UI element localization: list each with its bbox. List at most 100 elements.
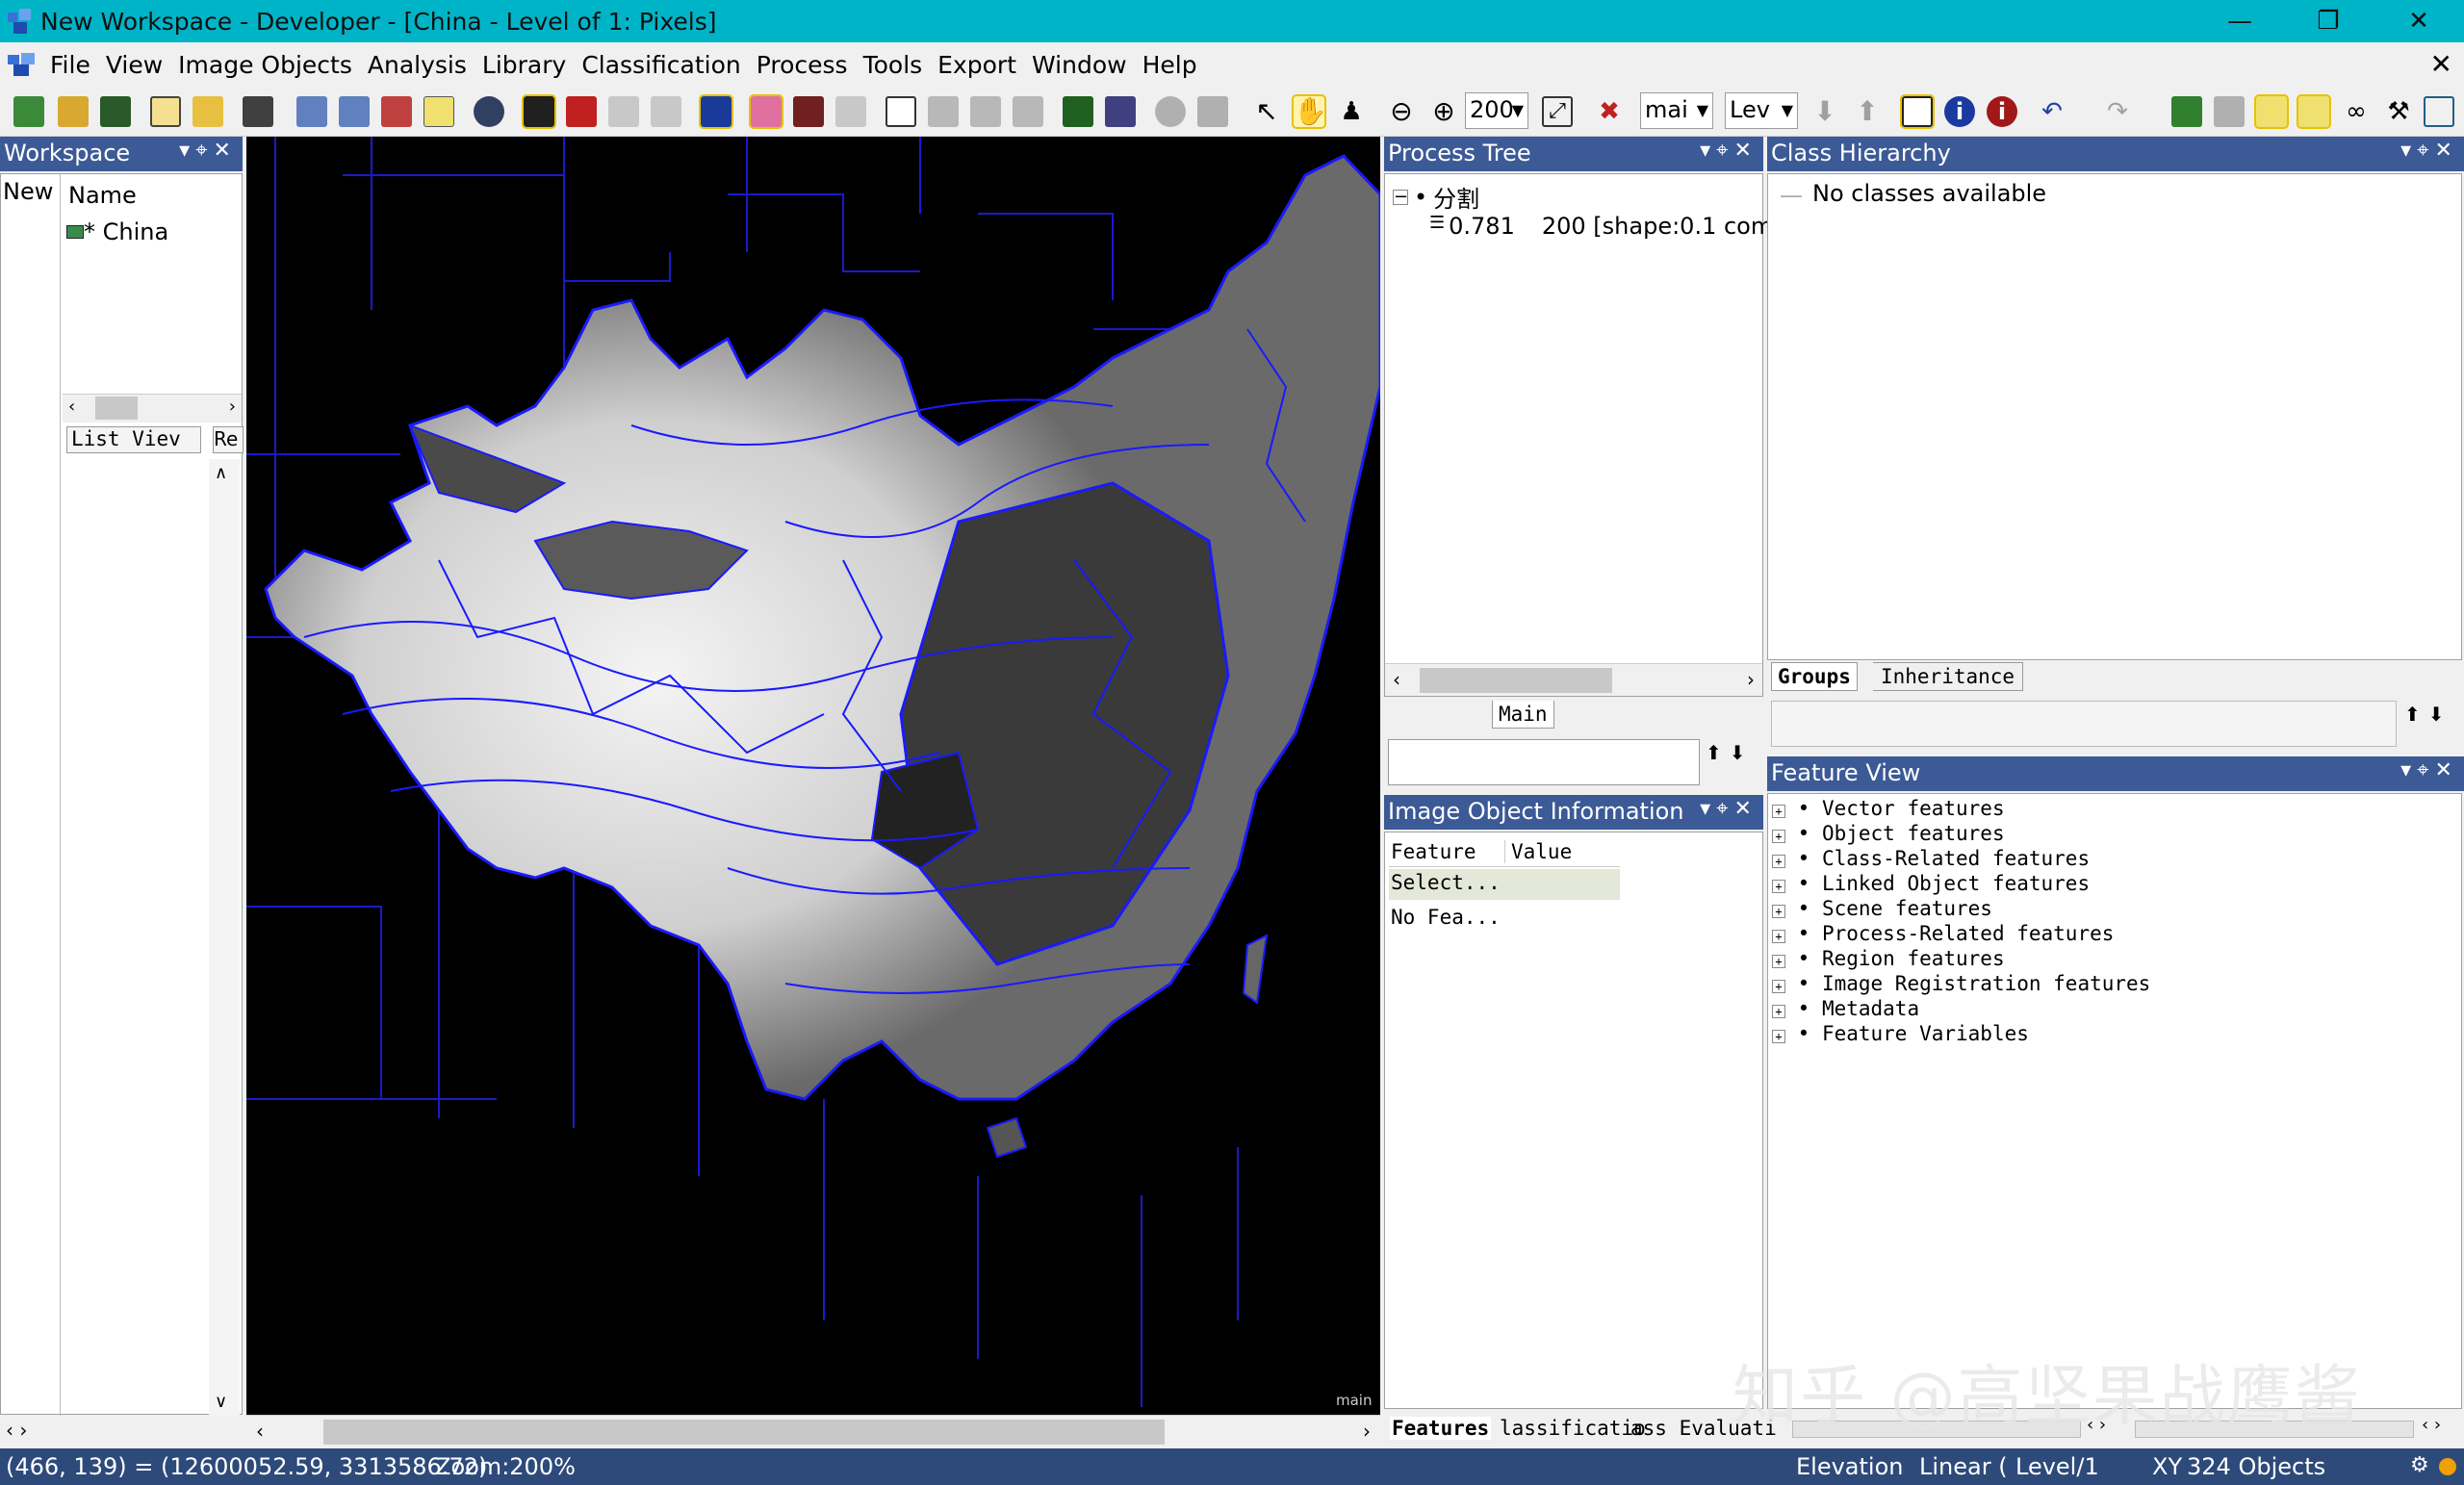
feature-item-linked-object[interactable]: + • Linked Object features bbox=[1772, 871, 2150, 896]
scroll-thumb[interactable] bbox=[1420, 668, 1612, 693]
re-button[interactable]: Re bbox=[213, 426, 244, 453]
info-icon[interactable]: i bbox=[1944, 96, 1975, 127]
process-tree-icon[interactable] bbox=[2254, 94, 2289, 129]
close-document-button[interactable]: ✕ bbox=[2430, 48, 2452, 80]
redo-icon[interactable]: ↷ bbox=[2102, 96, 2133, 127]
expand-icon[interactable]: + bbox=[1772, 905, 1785, 918]
menu-analysis[interactable]: Analysis bbox=[360, 51, 475, 79]
workspace-vscroll[interactable]: ∧ ∨ bbox=[209, 459, 240, 1416]
view-3-icon[interactable] bbox=[381, 96, 412, 127]
zoom-in-icon[interactable]: ⊕ bbox=[1428, 96, 1459, 127]
minimize-button[interactable]: — bbox=[2194, 0, 2285, 42]
sample-icon[interactable]: ∞ bbox=[2341, 96, 2372, 127]
scroll-left-icon[interactable]: ‹ bbox=[1393, 668, 1400, 691]
zoom-fit-icon[interactable]: ⤢ bbox=[1542, 96, 1573, 127]
process-tree-hscroll[interactable]: ‹ › bbox=[1385, 663, 1762, 696]
tab-classification[interactable]: lassificatio bbox=[1500, 1417, 1646, 1440]
process-move-arrows-icon[interactable]: ⬆⬇ bbox=[1706, 741, 1754, 764]
delete-level-icon[interactable]: ✖ bbox=[1594, 96, 1625, 127]
tab-main[interactable]: Main bbox=[1492, 701, 1554, 729]
feature-item-scene[interactable]: + • Scene features bbox=[1772, 896, 2150, 921]
feature-item-image-registration[interactable]: + • Image Registration features bbox=[1772, 971, 2150, 996]
restore-button[interactable]: ❐ bbox=[2283, 0, 2374, 42]
show-outlines-icon[interactable] bbox=[699, 94, 733, 129]
edit-layers-icon[interactable] bbox=[566, 96, 597, 127]
tab-groups[interactable]: Groups bbox=[1771, 662, 1858, 691]
scroll-arrows-icon[interactable]: ‹ › bbox=[2422, 1415, 2441, 1435]
edit-icon[interactable] bbox=[2424, 96, 2454, 127]
viewer-hscroll[interactable]: ‹ › bbox=[246, 1415, 1380, 1447]
workspace-hscroll[interactable]: ‹ › bbox=[63, 394, 242, 422]
layer-mixing-icon[interactable] bbox=[522, 94, 556, 129]
menu-view[interactable]: View bbox=[98, 51, 170, 79]
pixel-view-icon[interactable] bbox=[749, 94, 783, 129]
menu-process[interactable]: Process bbox=[749, 51, 856, 79]
select-arrow-icon[interactable]: ↖ bbox=[1251, 96, 1282, 127]
panel-pin-close-icon[interactable]: ▾⌖✕ bbox=[179, 139, 237, 163]
scroll-right-icon[interactable]: › bbox=[1747, 668, 1755, 691]
info-red-icon[interactable]: i bbox=[1987, 96, 2017, 127]
class-move-arrows-icon[interactable]: ⬆⬇ bbox=[2404, 703, 2452, 726]
open-workspace-icon[interactable] bbox=[192, 96, 223, 127]
panel-pin-close-icon[interactable]: ▾⌖✕ bbox=[1700, 797, 1758, 821]
expand-icon[interactable]: + bbox=[1772, 805, 1785, 818]
class-edit-field[interactable] bbox=[1771, 701, 2397, 747]
workspace-nav-arrows[interactable]: ‹ › bbox=[0, 1415, 60, 1447]
collapse-icon[interactable]: − bbox=[1393, 188, 1408, 205]
open-project-icon[interactable] bbox=[58, 96, 89, 127]
workspace-item-china[interactable]: * China bbox=[66, 218, 168, 245]
expand-icon[interactable]: + bbox=[1772, 855, 1785, 868]
zoom-out-icon[interactable]: ⊖ bbox=[1386, 96, 1417, 127]
split-view-1-icon[interactable] bbox=[928, 96, 959, 127]
zoom-user-icon[interactable]: ♟ bbox=[1336, 96, 1367, 127]
panel-pin-close-icon[interactable]: ▾⌖✕ bbox=[2400, 758, 2458, 782]
map-combo[interactable]: mai ▼ bbox=[1640, 92, 1713, 129]
scroll-up-icon[interactable]: ∧ bbox=[215, 463, 227, 483]
panel-pin-close-icon[interactable]: ▾⌖✕ bbox=[2400, 139, 2458, 163]
process-edit-field[interactable] bbox=[1388, 739, 1700, 785]
expand-icon[interactable]: + bbox=[1772, 1030, 1785, 1043]
tab-features[interactable]: Features bbox=[1390, 1417, 1492, 1440]
expand-icon[interactable]: + bbox=[1772, 880, 1785, 893]
disabled-tool-2-icon[interactable] bbox=[651, 96, 681, 127]
feature-item-variables[interactable]: + • Feature Variables bbox=[1772, 1021, 2150, 1046]
menu-library[interactable]: Library bbox=[475, 51, 574, 79]
feature-item-metadata[interactable]: + • Metadata bbox=[1772, 996, 2150, 1021]
disabled-tool-3-icon[interactable] bbox=[835, 96, 866, 127]
feature-item-class-related[interactable]: + • Class-Related features bbox=[1772, 846, 2150, 871]
scroll-thumb[interactable] bbox=[323, 1420, 1165, 1445]
menu-export[interactable]: Export bbox=[930, 51, 1024, 79]
feature-item-vector[interactable]: + • Vector features bbox=[1772, 796, 2150, 821]
save-workspace-icon[interactable] bbox=[243, 96, 273, 127]
view-2-icon[interactable] bbox=[339, 96, 370, 127]
expand-icon[interactable]: + bbox=[1772, 930, 1785, 943]
disabled-tool-1-icon[interactable] bbox=[608, 96, 639, 127]
feature-item-object[interactable]: + • Object features bbox=[1772, 821, 2150, 846]
globe-icon[interactable] bbox=[474, 96, 504, 127]
level-down-icon[interactable]: ⬇ bbox=[1810, 96, 1840, 127]
single-view-icon[interactable] bbox=[886, 96, 916, 127]
feature-item-process-related[interactable]: + • Process-Related features bbox=[1772, 921, 2150, 946]
window-icon[interactable] bbox=[1900, 94, 1935, 129]
process-child-node[interactable]: ☰ 0.781 200 [shape:0.1 comp bbox=[1429, 213, 1787, 240]
menu-tools[interactable]: Tools bbox=[856, 51, 931, 79]
view-1-icon[interactable] bbox=[296, 96, 327, 127]
process-root-node[interactable]: − • 分割 bbox=[1393, 180, 1479, 214]
expand-icon[interactable]: + bbox=[1772, 980, 1785, 993]
info-select-row[interactable]: Select... bbox=[1389, 869, 1620, 900]
split-view-2-icon[interactable] bbox=[970, 96, 1001, 127]
close-window-button[interactable]: ✕ bbox=[2374, 0, 2464, 42]
new-workspace-icon[interactable] bbox=[150, 96, 181, 127]
scroll-left-icon[interactable]: ‹ bbox=[68, 397, 75, 417]
expand-icon[interactable]: + bbox=[1772, 955, 1785, 968]
scroll-down-icon[interactable]: ∨ bbox=[215, 1392, 227, 1412]
class-hierarchy-icon[interactable] bbox=[2171, 96, 2202, 127]
save-project-icon[interactable] bbox=[100, 96, 131, 127]
image-viewer[interactable]: main bbox=[246, 137, 1380, 1415]
new-project-icon[interactable] bbox=[13, 96, 44, 127]
object-tool-2-icon[interactable] bbox=[1105, 96, 1136, 127]
tools-icon[interactable]: ⚒ bbox=[2383, 96, 2414, 127]
scroll-thumb[interactable] bbox=[95, 397, 138, 420]
polygon-disabled-icon[interactable] bbox=[1155, 96, 1186, 127]
menu-file[interactable]: File bbox=[42, 51, 98, 79]
